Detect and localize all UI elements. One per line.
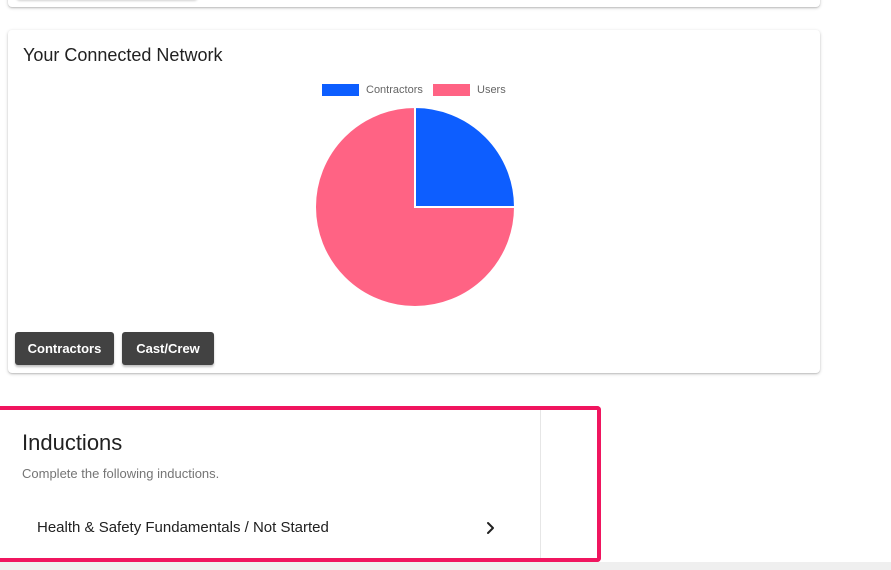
contractors-button[interactable]: Contractors: [15, 332, 114, 365]
network-pie-chart: [314, 105, 517, 308]
pie-slice-contractors[interactable]: [414, 105, 517, 208]
bottom-divider: [0, 562, 891, 570]
previous-card: [8, 0, 820, 7]
inductions-card: Inductions Complete the following induct…: [0, 410, 541, 566]
inductions-subtitle: Complete the following inductions.: [22, 466, 220, 481]
inductions-title: Inductions: [22, 430, 123, 455]
dashboard-page: Your Connected Network Contractors Users…: [0, 0, 891, 570]
induction-item-label: Health & Safety Fundamentals / Not Start…: [37, 519, 329, 536]
connected-network-card: Your Connected Network Contractors Users…: [8, 30, 820, 373]
cast-crew-button[interactable]: Cast/Crew: [122, 332, 214, 365]
chevron-right-icon: [487, 522, 494, 534]
induction-item[interactable]: Health & Safety Fundamentals / Not Start…: [22, 510, 518, 546]
